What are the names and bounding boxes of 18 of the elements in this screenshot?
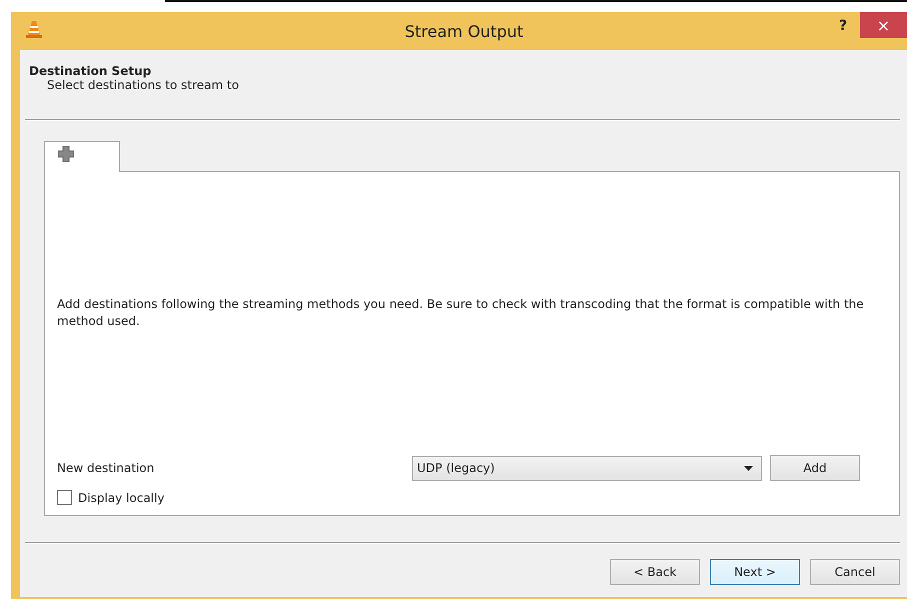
traffic-cone-icon [26,20,42,38]
help-button[interactable]: ? [826,12,860,40]
description-text: Add destinations following the streaming methods you need. Be sure to check with transcoding that the format is compatible with the method used. [57,296,865,330]
page-subtitle: Select destinations to stream to [46,78,240,92]
wizard-button[interactable]: < Back [610,559,700,585]
display-locally-label: Display locally [78,490,164,504]
new-destination-label: New destination [57,461,156,475]
add-button[interactable]: Add [770,455,860,481]
caret-icon [744,466,753,470]
plus-icon [58,146,74,162]
wizard-button[interactable]: Cancel [810,559,900,585]
checkbox[interactable] [57,490,72,505]
add-tab[interactable] [44,141,120,172]
page-title: Destination Setup [29,64,152,78]
destination-dropdown[interactable]: UDP (legacy) [412,456,762,480]
window-title: Stream Output [404,22,524,40]
close-button[interactable]: × [860,12,907,38]
wizard-button[interactable]: Next > [710,559,800,585]
